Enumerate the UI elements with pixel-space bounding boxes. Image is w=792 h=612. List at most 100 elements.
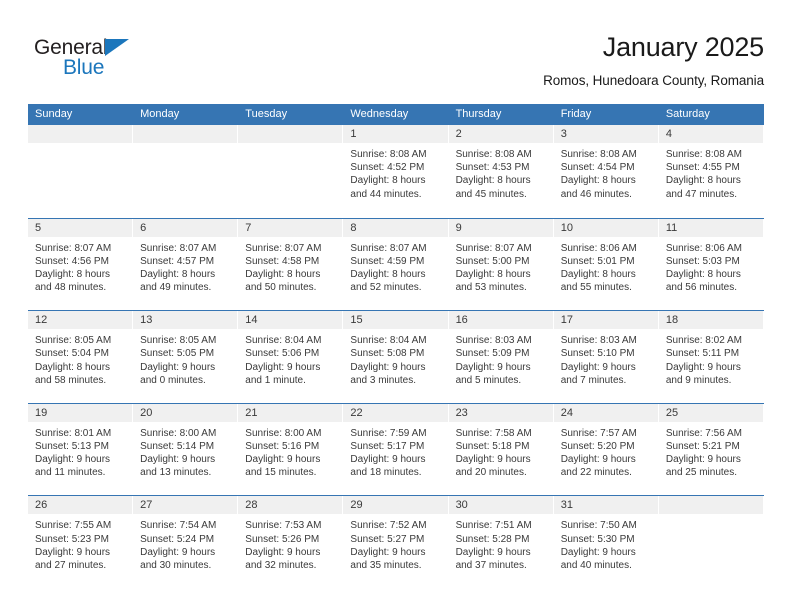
- calendar-day-cell[interactable]: 30 Sunrise: 7:51 AM Sunset: 5:28 PM Dayligh…: [448, 496, 554, 588]
- day-number: 8: [343, 218, 448, 237]
- calendar-day-cell[interactable]: 24 Sunrise: 7:57 AM Sunset: 5:20 PM Dayligh…: [553, 403, 659, 496]
- daylight-duration-line2: and 55 minutes.: [560, 282, 632, 294]
- day-number: 10: [553, 218, 658, 237]
- sunrise-time: Sunrise: 8:03 AM: [560, 335, 637, 347]
- sunset-time: Sunset: 5:21 PM: [665, 440, 740, 452]
- sunrise-time: Sunrise: 7:50 AM: [560, 520, 637, 532]
- day-number: 18: [658, 311, 763, 330]
- weekday-header-thursday: Thursday: [455, 108, 502, 120]
- calendar-day-cell[interactable]: 7 Sunrise: 8:07 AM Sunset: 4:58 PM Daylight…: [238, 218, 344, 311]
- weekday-header-wednesday: Wednesday: [350, 108, 409, 120]
- sunrise-time: Sunrise: 8:06 AM: [560, 242, 637, 254]
- day-sun-info: Sunrise: 8:06 AM Sunset: 5:03 PM Daylight:…: [659, 237, 763, 295]
- calendar-day-cell[interactable]: 1 Sunrise: 8:08 AM Sunset: 4:52 PM Daylight…: [343, 125, 449, 218]
- weekday-header-sunday: Sunday: [35, 108, 73, 120]
- calendar-day-cell[interactable]: 9 Sunrise: 8:07 AM Sunset: 5:00 PM Daylight…: [448, 218, 554, 311]
- day-sun-info: Sunrise: 8:00 AM Sunset: 5:14 PM Daylight:…: [133, 422, 237, 480]
- day-sun-info: Sunrise: 8:08 AM Sunset: 4:55 PM Daylight:…: [659, 143, 763, 201]
- calendar-day-cell[interactable]: 23 Sunrise: 7:58 AM Sunset: 5:18 PM Dayligh…: [448, 403, 554, 496]
- calendar-day-cell[interactable]: 27 Sunrise: 7:54 AM Sunset: 5:24 PM Dayligh…: [133, 496, 239, 588]
- calendar-day-cell[interactable]: 6 Sunrise: 8:07 AM Sunset: 4:57 PM Daylight…: [133, 218, 239, 311]
- day-number: 16: [448, 311, 553, 330]
- calendar-day-cell[interactable]: 28 Sunrise: 7:53 AM Sunset: 5:26 PM Dayligh…: [238, 496, 344, 588]
- sunrise-time: Sunrise: 8:08 AM: [350, 149, 427, 160]
- calendar-day-cell[interactable]: 13 Sunrise: 8:05 AM Sunset: 5:05 PM Dayligh…: [133, 311, 239, 403]
- sunset-time: Sunset: 4:56 PM: [35, 255, 109, 267]
- daylight-duration-line2: and 22 minutes.: [560, 467, 632, 479]
- calendar-week-row: 12 Sunrise: 8:05 AM Sunset: 5:04 PM Dayligh…: [28, 310, 764, 403]
- day-number: 30: [448, 496, 553, 515]
- sunrise-time: Sunrise: 8:07 AM: [140, 242, 217, 254]
- daylight-duration-line1: Daylight: 8 hours: [245, 269, 321, 280]
- general-blue-logo[interactable]: General Blue: [34, 36, 214, 92]
- calendar-day-cell[interactable]: 31 Sunrise: 7:50 AM Sunset: 5:30 PM Dayligh…: [553, 496, 659, 588]
- day-number: 26: [28, 496, 133, 515]
- sunset-time: Sunset: 4:52 PM: [350, 162, 425, 174]
- day-number: 6: [133, 218, 238, 237]
- day-sun-info: Sunrise: 7:53 AM Sunset: 5:26 PM Daylight:…: [238, 514, 342, 572]
- day-number: 12: [28, 311, 133, 330]
- calendar-day-cell[interactable]: 12 Sunrise: 8:05 AM Sunset: 5:04 PM Dayligh…: [28, 311, 134, 403]
- day-sun-info: Sunrise: 7:54 AM Sunset: 5:24 PM Daylight:…: [133, 514, 237, 572]
- day-number: [238, 125, 343, 143]
- calendar-day-cell[interactable]: 4 Sunrise: 8:08 AM Sunset: 4:55 PM Daylight…: [658, 125, 764, 218]
- day-sun-info: Sunrise: 8:05 AM Sunset: 5:05 PM Daylight:…: [133, 329, 237, 387]
- calendar-day-cell[interactable]: 2 Sunrise: 8:08 AM Sunset: 4:53 PM Daylight…: [448, 125, 554, 218]
- day-number: 13: [133, 311, 238, 330]
- calendar-day-cell[interactable]: 29 Sunrise: 7:52 AM Sunset: 5:27 PM Dayligh…: [343, 496, 449, 588]
- page-title: January 2025: [602, 32, 764, 62]
- sunrise-time: Sunrise: 7:55 AM: [35, 520, 112, 532]
- day-number: 14: [238, 311, 343, 330]
- calendar-day-cell[interactable]: 15 Sunrise: 8:04 AM Sunset: 5:08 PM Dayligh…: [343, 311, 449, 403]
- daylight-duration-line1: Daylight: 9 hours: [455, 454, 531, 466]
- daylight-duration-line2: and 37 minutes.: [455, 559, 527, 571]
- weekday-header-tuesday: Tuesday: [245, 108, 288, 120]
- day-number: [133, 125, 238, 143]
- day-sun-info: Sunrise: 7:55 AM Sunset: 5:23 PM Daylight:…: [28, 514, 132, 572]
- sunrise-time: Sunrise: 7:57 AM: [560, 427, 637, 439]
- calendar-day-cell[interactable]: 18 Sunrise: 8:02 AM Sunset: 5:11 PM Dayligh…: [658, 311, 764, 403]
- calendar-day-cell[interactable]: 16 Sunrise: 8:03 AM Sunset: 5:09 PM Dayligh…: [448, 311, 554, 403]
- daylight-duration-line2: and 9 minutes.: [665, 374, 732, 386]
- daylight-duration-line1: Daylight: 9 hours: [350, 361, 426, 373]
- day-number: 25: [658, 403, 763, 422]
- calendar-day-cell[interactable]: 20 Sunrise: 8:00 AM Sunset: 5:14 PM Dayligh…: [133, 403, 239, 496]
- calendar-day-cell[interactable]: 25 Sunrise: 7:56 AM Sunset: 5:21 PM Dayligh…: [658, 403, 764, 496]
- calendar-week-row: 1 Sunrise: 8:08 AM Sunset: 4:52 PM Daylight…: [28, 125, 764, 218]
- sunset-time: Sunset: 5:17 PM: [350, 440, 425, 452]
- sunset-time: Sunset: 5:27 PM: [350, 533, 425, 545]
- daylight-duration-line2: and 18 minutes.: [350, 467, 422, 479]
- calendar-day-cell[interactable]: 11 Sunrise: 8:06 AM Sunset: 5:03 PM Dayligh…: [658, 218, 764, 311]
- calendar-week-row: 5 Sunrise: 8:07 AM Sunset: 4:56 PM Daylight…: [28, 217, 764, 311]
- daylight-duration-line2: and 58 minutes.: [35, 374, 107, 386]
- calendar-day-cell[interactable]: 19 Sunrise: 8:01 AM Sunset: 5:13 PM Dayligh…: [28, 403, 134, 496]
- logo-triangle-icon: [105, 39, 129, 56]
- day-sun-info: Sunrise: 8:04 AM Sunset: 5:08 PM Daylight:…: [343, 329, 447, 387]
- daylight-duration-line2: and 35 minutes.: [350, 559, 422, 571]
- daylight-duration-line1: Daylight: 9 hours: [665, 454, 741, 466]
- daylight-duration-line2: and 27 minutes.: [35, 559, 107, 571]
- weekday-header-saturday: Saturday: [665, 108, 710, 120]
- day-number: 4: [658, 125, 763, 143]
- daylight-duration-line1: Daylight: 9 hours: [140, 454, 216, 466]
- calendar-day-cell[interactable]: 3 Sunrise: 8:08 AM Sunset: 4:54 PM Daylight…: [553, 125, 659, 218]
- calendar-day-cell[interactable]: 14 Sunrise: 8:04 AM Sunset: 5:06 PM Dayligh…: [238, 311, 344, 403]
- calendar-day-cell[interactable]: 22 Sunrise: 7:59 AM Sunset: 5:17 PM Dayligh…: [343, 403, 449, 496]
- sunrise-time: Sunrise: 7:59 AM: [350, 427, 427, 439]
- day-sun-info: Sunrise: 7:52 AM Sunset: 5:27 PM Daylight:…: [343, 514, 447, 572]
- sunset-time: Sunset: 5:04 PM: [35, 348, 109, 360]
- sunrise-time: Sunrise: 8:00 AM: [140, 427, 217, 439]
- calendar-day-cell[interactable]: 8 Sunrise: 8:07 AM Sunset: 4:59 PM Daylight…: [343, 218, 449, 311]
- calendar-day-cell[interactable]: 17 Sunrise: 8:03 AM Sunset: 5:10 PM Dayligh…: [553, 311, 659, 403]
- calendar-day-cell[interactable]: 5 Sunrise: 8:07 AM Sunset: 4:56 PM Daylight…: [28, 218, 134, 311]
- daylight-duration-line1: Daylight: 9 hours: [245, 361, 321, 373]
- daylight-duration-line1: Daylight: 9 hours: [245, 546, 321, 558]
- calendar-day-cell[interactable]: 10 Sunrise: 8:06 AM Sunset: 5:01 PM Dayligh…: [553, 218, 659, 311]
- sunrise-time: Sunrise: 7:52 AM: [350, 520, 427, 532]
- calendar-day-cell[interactable]: 21 Sunrise: 8:00 AM Sunset: 5:16 PM Dayligh…: [238, 403, 344, 496]
- sunset-time: Sunset: 5:28 PM: [455, 533, 530, 545]
- calendar-day-cell[interactable]: 26 Sunrise: 7:55 AM Sunset: 5:23 PM Dayligh…: [28, 496, 134, 588]
- daylight-duration-line2: and 46 minutes.: [560, 188, 632, 200]
- calendar-body: 1 Sunrise: 8:08 AM Sunset: 4:52 PM Daylight…: [28, 125, 764, 588]
- sunrise-time: Sunrise: 8:00 AM: [245, 427, 322, 439]
